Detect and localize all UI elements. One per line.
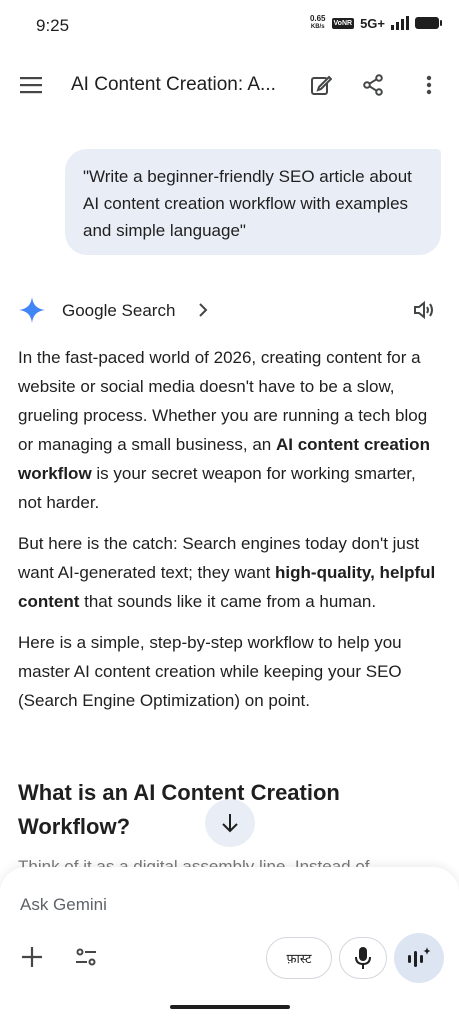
vonr-badge: VoNR [331,17,355,29]
tools-icon[interactable] [72,943,100,971]
conversation-title[interactable]: AI Content Creation: A... [71,74,276,96]
scroll-down-button[interactable] [205,799,255,847]
arrow-down-icon [222,814,238,833]
response-paragraph-2: But here is the catch: Search engines to… [18,529,438,616]
network-type: 5G+ [360,15,385,31]
mode-selector-chip[interactable]: फ़ास्ट [266,937,332,979]
edit-icon[interactable] [308,72,334,98]
google-search-source[interactable]: Google Search [62,301,175,321]
signal-bars-icon [391,16,409,30]
speaker-icon[interactable] [412,298,438,324]
top-app-bar: AI Content Creation: A... [0,60,459,108]
user-prompt-text: "Write a beginner-friendly SEO article a… [83,167,412,240]
response-paragraph-1: In the fast-paced world of 2026, creatin… [18,343,438,517]
response-paragraph-3: Here is a simple, step-by-step workflow … [18,633,402,710]
add-icon[interactable] [18,943,46,971]
battery-icon [415,17,442,29]
gemini-live-button[interactable] [394,933,444,983]
response-body: In the fast-paced world of 2026, creatin… [18,343,438,727]
gemini-spark-icon [18,296,46,324]
chevron-right-icon[interactable] [194,300,212,320]
status-bar: 9:25 0.65 KB/s VoNR 5G+ [0,0,459,52]
response-header: Google Search [18,296,438,326]
live-waveform-icon [408,947,431,967]
user-prompt-bubble[interactable]: "Write a beginner-friendly SEO article a… [65,149,441,255]
status-time: 9:25 [36,16,70,35]
status-indicators: 0.65 KB/s VoNR 5G+ [310,15,442,31]
prompt-input-panel: फ़ास्ट [0,867,459,1024]
para2-text-end: that sounds like it came from a human. [79,592,377,611]
network-speed-value: 0.65 [309,14,326,23]
home-indicator[interactable] [170,1005,290,1009]
microphone-button[interactable] [339,937,387,979]
network-speed-unit: KB/s [310,24,325,30]
share-icon[interactable] [360,72,386,98]
microphone-icon [355,947,371,969]
network-speed: 0.65 KB/s [310,15,326,31]
ask-gemini-input[interactable] [20,893,380,917]
more-vertical-icon[interactable] [416,72,442,98]
hamburger-menu-icon[interactable] [18,72,44,98]
